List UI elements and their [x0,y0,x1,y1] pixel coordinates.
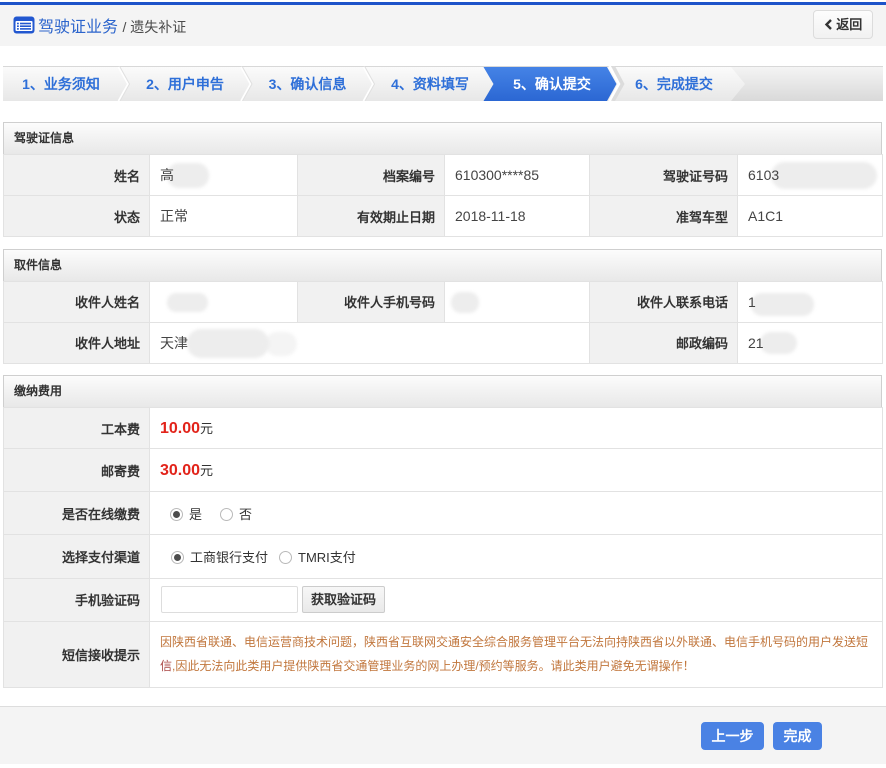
svg-text:5、确认提交: 5、确认提交 [513,76,591,92]
svg-text:2、用户申告: 2、用户申告 [146,76,224,92]
svg-text:3、确认信息: 3、确认信息 [269,76,347,92]
svg-text:4、资料填写: 4、资料填写 [391,76,469,92]
svg-text:6、完成提交: 6、完成提交 [635,76,713,92]
svg-text:1、业务须知: 1、业务须知 [22,76,100,92]
